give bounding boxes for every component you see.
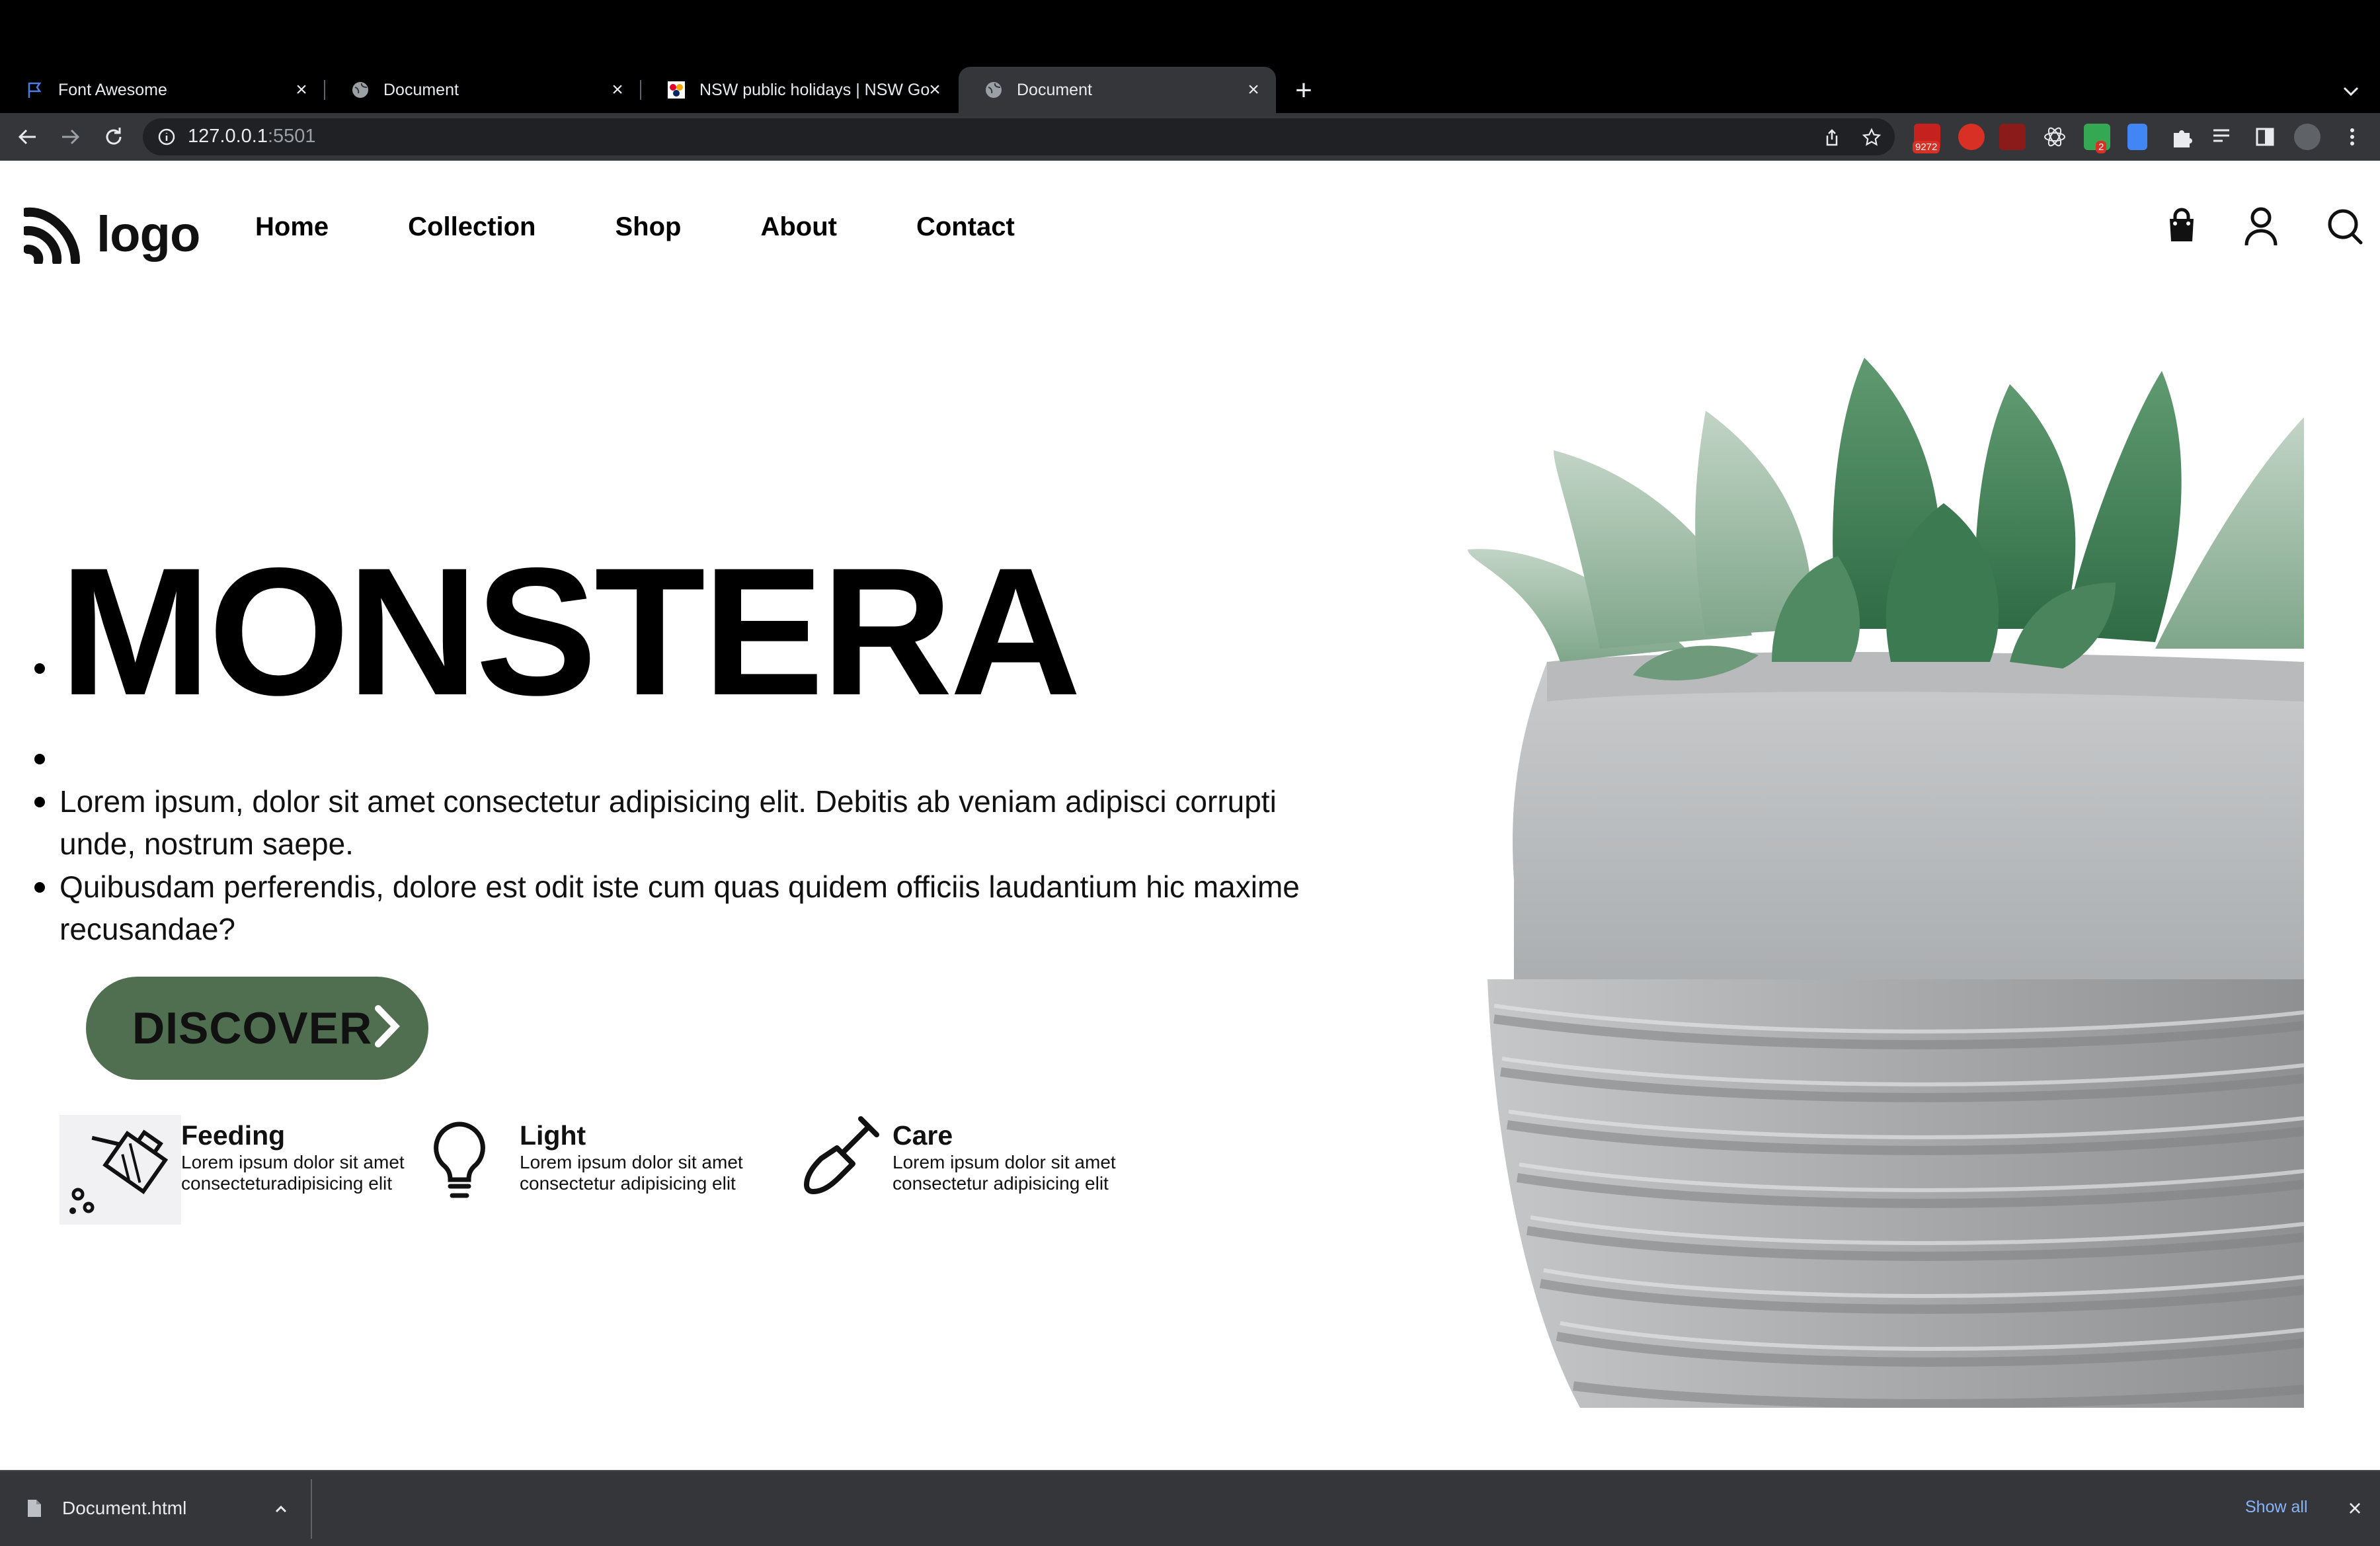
nav-collection[interactable]: Collection: [408, 212, 536, 242]
download-bar: Document.html Show all ×: [0, 1470, 2380, 1546]
globe-icon: [984, 80, 1004, 100]
logo-text: logo: [97, 206, 200, 263]
chevron-up-icon[interactable]: [271, 1499, 291, 1519]
doc-extension-icon[interactable]: [2127, 124, 2147, 150]
feature-title: Light: [520, 1120, 586, 1151]
shopping-bag-icon[interactable]: [2162, 206, 2202, 248]
forward-arrow-icon[interactable]: [56, 122, 85, 151]
globe-icon: [350, 80, 370, 100]
list-bullet: [34, 663, 45, 674]
close-icon[interactable]: ×: [2343, 1496, 2367, 1520]
nsw-gov-icon: [666, 80, 686, 100]
tab-title: NSW public holidays | NSW Go: [699, 80, 930, 99]
react-devtools-icon[interactable]: [2042, 124, 2068, 150]
reload-icon[interactable]: [99, 122, 128, 151]
shovel-icon: [804, 1112, 883, 1197]
mail-badge: 9272: [1913, 141, 1940, 153]
file-icon: [28, 1500, 41, 1517]
screen-extension-icon[interactable]: [1999, 124, 2026, 150]
list-bullet: [34, 797, 45, 807]
hero-paragraph-1: Lorem ipsum, dolor sit amet consectetur …: [60, 784, 1277, 861]
hero-title: MONSTERA: [60, 530, 1082, 733]
close-icon[interactable]: ×: [923, 78, 947, 102]
tab-title: Document: [383, 80, 459, 99]
feature-title: Care: [892, 1120, 953, 1151]
show-all-button[interactable]: Show all: [2245, 1498, 2308, 1517]
tab-search-chevron-icon[interactable]: [2338, 78, 2364, 104]
flag-icon: [25, 80, 45, 100]
adblock-extension-icon[interactable]: [1958, 124, 1985, 150]
nav-contact[interactable]: Contact: [916, 212, 1015, 242]
hero-paragraph-2: Quibusdam perferendis, dolore est odit i…: [60, 870, 1300, 946]
list-bullet: [34, 754, 45, 764]
close-icon[interactable]: ×: [606, 78, 629, 102]
browser-chrome: Font Awesome × Document × NSW public hol…: [0, 0, 2380, 161]
grid-badge: 2: [2096, 141, 2107, 153]
nav-shop[interactable]: Shop: [615, 212, 681, 242]
reading-list-icon[interactable]: [2209, 124, 2236, 150]
discover-label: DISCOVER: [132, 1003, 373, 1053]
back-arrow-icon[interactable]: [13, 122, 42, 151]
watering-can-icon: [60, 1115, 181, 1225]
user-icon[interactable]: [2241, 206, 2281, 248]
tab-font-awesome[interactable]: Font Awesome ×: [0, 67, 324, 113]
feature-text: Lorem ipsum dolor sit amet consectetur a…: [892, 1152, 1116, 1194]
tab-nsw-holidays[interactable]: NSW public holidays | NSW Go ×: [641, 67, 957, 113]
download-file-name: Document.html: [62, 1498, 187, 1518]
tab-title: Font Awesome: [58, 80, 167, 99]
new-tab-button[interactable]: +: [1289, 76, 1318, 106]
close-icon[interactable]: ×: [1242, 78, 1265, 102]
lightbulb-icon: [431, 1120, 488, 1202]
url-text: 127.0.0.1:5501: [188, 126, 316, 147]
list-bullet: [34, 882, 45, 893]
tab-title: Document: [1017, 80, 1092, 99]
bookmark-star-icon[interactable]: [1862, 128, 1882, 147]
tab-document-active[interactable]: Document ×: [959, 67, 1276, 113]
kebab-menu-icon[interactable]: [2339, 124, 2365, 150]
tab-document-1[interactable]: Document ×: [325, 67, 640, 113]
tab-strip: Font Awesome × Document × NSW public hol…: [0, 67, 2380, 113]
logo[interactable]: logo: [24, 204, 200, 264]
page-content: logo Home Collection Shop About Contact …: [0, 161, 2380, 1470]
profile-avatar[interactable]: [2294, 124, 2320, 150]
succulent-pot-image: [1468, 318, 2305, 1408]
feature-text: Lorem ipsum dolor sit amet consecteturad…: [181, 1152, 405, 1194]
main-nav: Home Collection Shop About Contact: [255, 212, 1094, 242]
close-icon[interactable]: ×: [290, 78, 313, 102]
puzzle-extensions-icon[interactable]: [2168, 124, 2195, 150]
feature-title: Feeding: [181, 1120, 286, 1151]
browser-toolbar: 127.0.0.1:5501 9272 2: [0, 113, 2380, 161]
share-icon[interactable]: [1822, 128, 1842, 147]
site-info-icon[interactable]: [157, 128, 176, 146]
address-bar[interactable]: 127.0.0.1:5501: [143, 118, 1895, 155]
nav-home[interactable]: Home: [255, 212, 329, 242]
download-item[interactable]: Document.html: [26, 1498, 186, 1519]
nav-about[interactable]: About: [760, 212, 837, 242]
feature-text: Lorem ipsum dolor sit amet consectetur a…: [520, 1152, 743, 1194]
side-panel-icon[interactable]: [2252, 124, 2278, 150]
discover-button[interactable]: DISCOVER: [86, 977, 428, 1080]
divider: [311, 1479, 312, 1539]
chevron-right-icon: [375, 1005, 400, 1047]
logo-mark-icon: [24, 207, 80, 264]
search-icon[interactable]: [2324, 206, 2364, 248]
